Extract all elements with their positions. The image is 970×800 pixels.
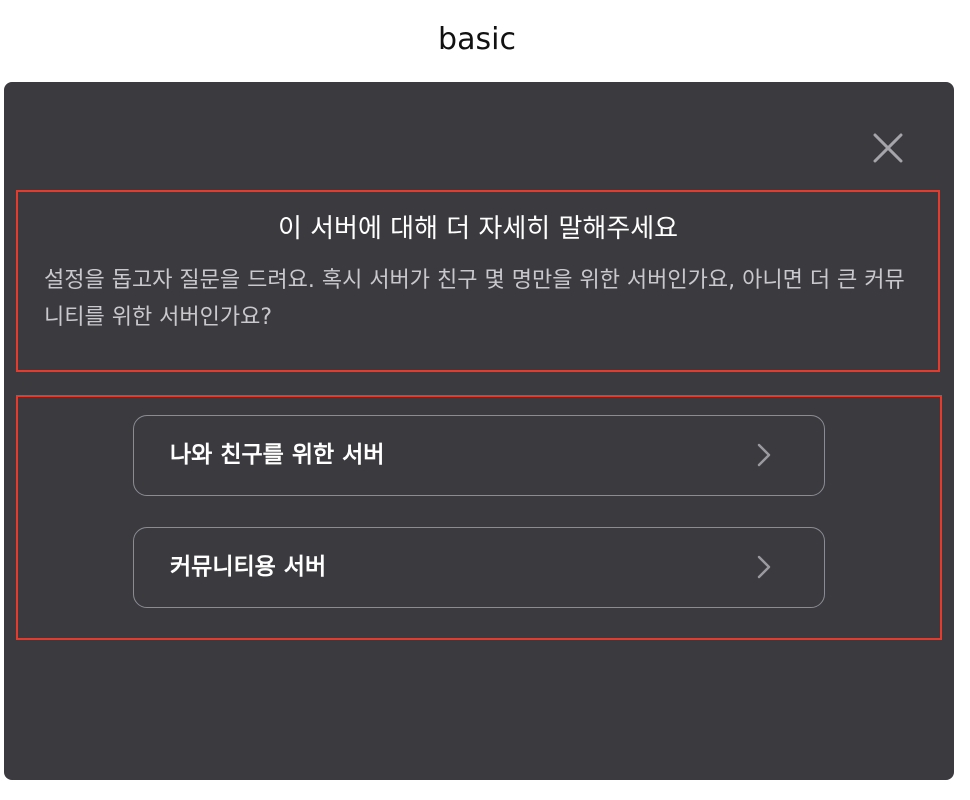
- modal-header-section: 이 서버에 대해 더 자세히 말해주세요 설정을 돕고자 질문을 드려요. 혹시…: [16, 190, 940, 372]
- close-button[interactable]: [868, 128, 908, 168]
- server-info-modal: 이 서버에 대해 더 자세히 말해주세요 설정을 돕고자 질문을 드려요. 혹시…: [4, 82, 954, 780]
- option-label: 나와 친구를 위한 서버: [170, 442, 385, 468]
- modal-description: 설정을 돕고자 질문을 드려요. 혹시 서버가 친구 몇 명만을 위한 서버인가…: [44, 268, 905, 330]
- option-label: 커뮤니티용 서버: [170, 554, 327, 580]
- option-friends-server-button[interactable]: 나와 친구를 위한 서버: [133, 415, 825, 496]
- page-caption: basic: [438, 22, 516, 57]
- chevron-right-icon: [757, 443, 771, 467]
- option-community-server-button[interactable]: 커뮤니티용 서버: [133, 527, 825, 608]
- options-section: 나와 친구를 위한 서버 커뮤니티용 서버: [16, 395, 942, 640]
- close-icon: [873, 133, 903, 163]
- modal-title: 이 서버에 대해 더 자세히 말해주세요: [277, 214, 679, 244]
- chevron-right-icon: [757, 555, 771, 579]
